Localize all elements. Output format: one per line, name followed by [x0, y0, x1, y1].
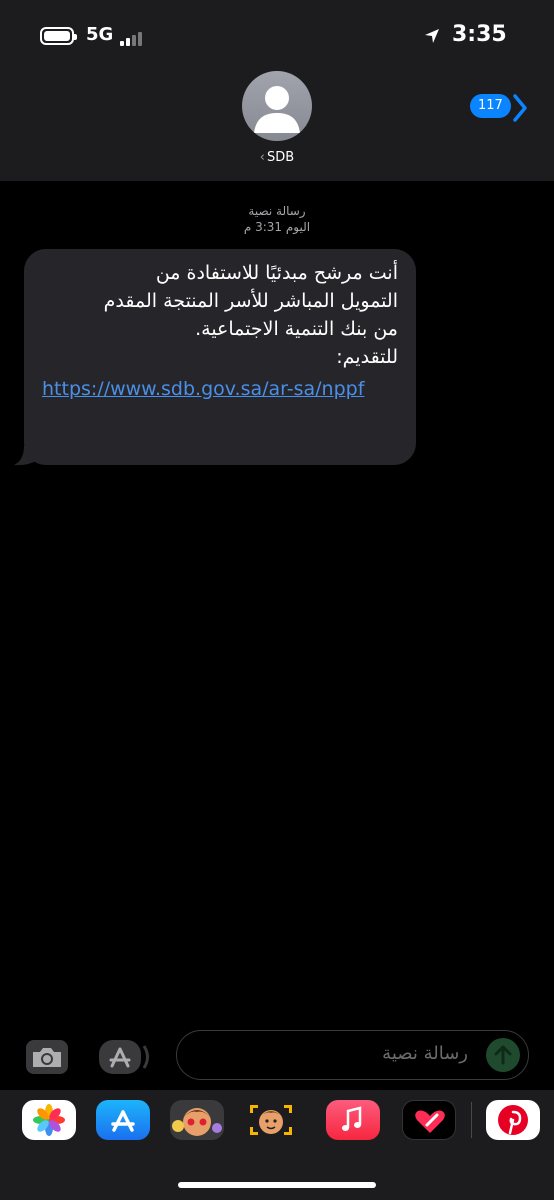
- chevron-left-icon: ‹: [259, 150, 265, 165]
- contact-name: SDB: [267, 150, 295, 165]
- music-app-icon[interactable]: [326, 1100, 380, 1140]
- pinterest-app-icon[interactable]: [486, 1100, 540, 1140]
- message-link[interactable]: https://www.sdb.gov.sa/ar-sa/nppf: [42, 375, 398, 403]
- location-arrow-icon: [425, 29, 439, 43]
- status-bar: 5G 3:35: [0, 0, 554, 60]
- conversation-header: 5G 3:35 ‹ SDB 117: [0, 0, 554, 181]
- app-store-icon[interactable]: [96, 1100, 150, 1140]
- message-text: أنت مرشح مبدئيًا للاستفادة من التمويل ال…: [103, 262, 398, 368]
- message-input[interactable]: رسالة نصية: [176, 1030, 529, 1080]
- memoji-stickers-icon[interactable]: [170, 1100, 224, 1140]
- contact-avatar[interactable]: [242, 71, 312, 141]
- signal-strength-icon: [120, 30, 150, 46]
- digital-touch-icon[interactable]: [402, 1100, 456, 1140]
- status-time: 3:35: [452, 22, 507, 47]
- battery-icon: [40, 27, 77, 45]
- camera-icon[interactable]: [26, 1040, 68, 1074]
- photos-app-icon[interactable]: [22, 1100, 76, 1140]
- tray-divider: [471, 1102, 472, 1138]
- message-input-placeholder: رسالة نصية: [382, 1043, 468, 1064]
- memoji-icon[interactable]: [244, 1100, 298, 1140]
- message-type-label: رسالة نصية: [248, 204, 306, 218]
- chevron-right-icon: [513, 94, 527, 122]
- person-icon: [254, 86, 300, 133]
- message-bubble[interactable]: أنت مرشح مبدئيًا للاستفادة من التمويل ال…: [24, 249, 416, 465]
- home-indicator[interactable]: [178, 1182, 376, 1188]
- send-button[interactable]: [486, 1038, 520, 1072]
- apps-icon[interactable]: [99, 1040, 149, 1074]
- message-timestamp: اليوم 3:31 م: [243, 220, 311, 234]
- arrow-up-icon: [494, 1045, 512, 1065]
- message-composer: رسالة نصية: [0, 1020, 554, 1090]
- unread-count-badge: 117: [470, 94, 511, 118]
- message-meta: رسالة نصية اليوم 3:31 م: [0, 203, 554, 235]
- contact-name-button[interactable]: ‹ SDB: [0, 150, 554, 165]
- network-type: 5G: [86, 24, 114, 45]
